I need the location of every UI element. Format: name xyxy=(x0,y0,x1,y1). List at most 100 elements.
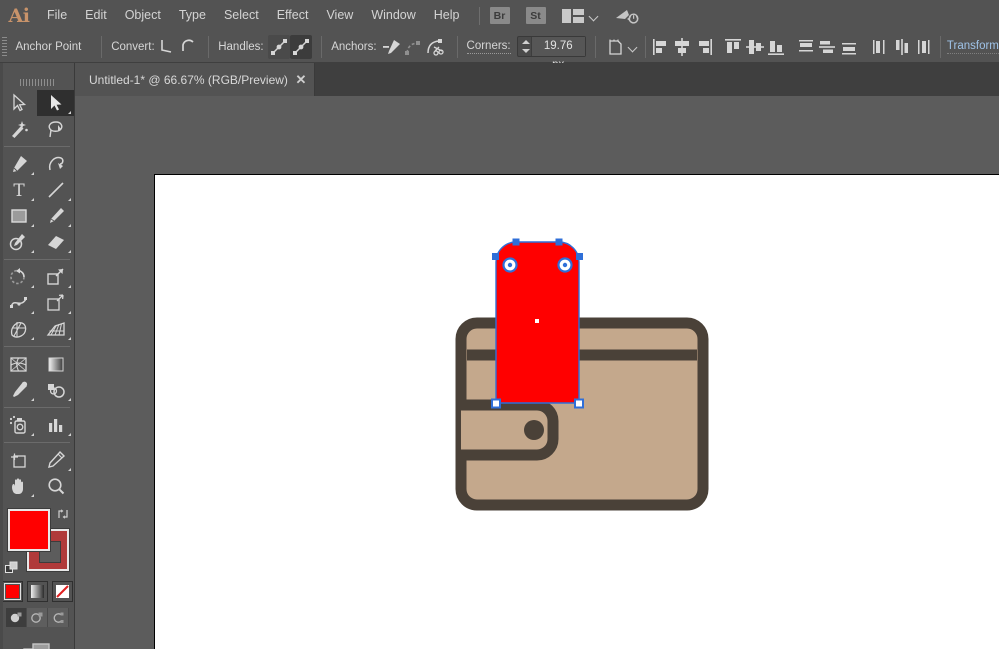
stepper-up-down-icon[interactable] xyxy=(518,37,531,56)
align-bottom-icon[interactable] xyxy=(766,35,788,59)
distribute-right-icon[interactable] xyxy=(913,35,935,59)
shape-options-chevron-icon[interactable] xyxy=(627,40,637,54)
menu-help[interactable]: Help xyxy=(425,0,469,31)
distribute-bottom-icon[interactable] xyxy=(838,35,860,59)
menu-view[interactable]: View xyxy=(317,0,362,31)
none-swatch-icon[interactable] xyxy=(52,581,73,602)
transform-link[interactable]: Transform xyxy=(947,40,999,54)
document-tab-bar: ◂◂ Untitled-1* @ 66.67% (RGB/Preview) ✕ xyxy=(0,63,999,96)
tool-magic-wand[interactable] xyxy=(0,116,37,142)
control-divider-3 xyxy=(321,36,322,58)
tool-paintbrush[interactable] xyxy=(37,203,74,229)
tool-symbol-sprayer[interactable] xyxy=(0,412,37,438)
fill-mode-buttons xyxy=(0,581,74,602)
chevron-down-icon[interactable] xyxy=(588,9,600,23)
handles-retract-icon[interactable] xyxy=(290,35,312,59)
tool-selection[interactable] xyxy=(0,90,37,116)
tool-gradient[interactable] xyxy=(37,351,74,377)
tool-lasso[interactable] xyxy=(37,116,74,142)
corner-radius-value[interactable]: 19.76 px xyxy=(531,37,585,56)
default-fill-stroke-icon[interactable] xyxy=(5,561,19,575)
tool-hand[interactable] xyxy=(0,473,37,499)
fill-swatch[interactable] xyxy=(8,509,50,551)
tool-width-warp[interactable] xyxy=(0,290,37,316)
draw-normal-icon[interactable] xyxy=(6,608,27,627)
draw-behind-icon[interactable] xyxy=(27,608,48,627)
draw-mode-buttons xyxy=(0,608,74,627)
tool-pen[interactable] xyxy=(0,151,37,177)
tools-panel-gripper-icon[interactable] xyxy=(0,75,74,90)
align-left-icon[interactable] xyxy=(650,35,672,59)
gradient-swatch-icon[interactable] xyxy=(27,581,48,602)
tools-group-symbols xyxy=(0,412,74,438)
tool-zoom-magnifier[interactable] xyxy=(37,473,74,499)
align-top-icon[interactable] xyxy=(723,35,745,59)
menu-object[interactable]: Object xyxy=(116,0,170,31)
screen-mode-icon[interactable] xyxy=(22,641,52,649)
distribute-v-center-icon[interactable] xyxy=(817,35,839,59)
menu-file[interactable]: File xyxy=(38,0,76,31)
tool-rotate[interactable] xyxy=(0,264,37,290)
wallet-clasp-button xyxy=(524,420,544,440)
align-h-center-icon[interactable] xyxy=(672,35,694,59)
draw-inside-icon[interactable] xyxy=(48,608,69,627)
bridge-button[interactable]: Br xyxy=(490,7,510,24)
menu-edit[interactable]: Edit xyxy=(76,0,116,31)
tool-free-transform[interactable] xyxy=(37,290,74,316)
tool-eraser[interactable] xyxy=(37,229,74,255)
shape-options-icon[interactable] xyxy=(605,35,627,59)
tool-perspective-grid[interactable] xyxy=(37,316,74,342)
solid-color-icon[interactable] xyxy=(2,581,23,602)
tool-flyout-indicator xyxy=(31,311,34,314)
smooth-anchor-icon[interactable] xyxy=(177,35,199,59)
tool-line-segment[interactable] xyxy=(37,177,74,203)
tool-shape-builder[interactable] xyxy=(0,316,37,342)
control-bar: Anchor Point Convert: Handles: xyxy=(0,31,999,63)
control-divider-6 xyxy=(645,36,646,58)
menu-type[interactable]: Type xyxy=(170,0,215,31)
tool-eyedropper[interactable] xyxy=(0,377,37,403)
menu-effect[interactable]: Effect xyxy=(268,0,318,31)
corner-anchor-icon[interactable] xyxy=(155,35,177,59)
tool-type[interactable]: T xyxy=(0,177,37,203)
stock-button[interactable]: St xyxy=(526,7,546,24)
tool-blend[interactable] xyxy=(37,377,74,403)
tool-artboard[interactable] xyxy=(0,447,37,473)
tool-mesh[interactable] xyxy=(0,351,37,377)
swap-fill-stroke-icon[interactable] xyxy=(56,507,70,521)
tool-flyout-indicator xyxy=(31,433,34,436)
control-context-label: Anchor Point xyxy=(15,41,81,53)
canvas-workspace[interactable] xyxy=(75,96,999,649)
corner-radius-field[interactable]: 19.76 px xyxy=(517,36,586,57)
connect-anchors-icon[interactable] xyxy=(403,35,425,59)
tool-slice-knife[interactable] xyxy=(37,447,74,473)
screen-mode-control xyxy=(0,641,74,649)
menu-select[interactable]: Select xyxy=(215,0,268,31)
document-tab[interactable]: Untitled-1* @ 66.67% (RGB/Preview) ✕ xyxy=(75,63,315,96)
arrange-documents-icon[interactable] xyxy=(562,9,584,23)
creative-cloud-sync-icon[interactable] xyxy=(614,6,640,26)
tool-shaper[interactable] xyxy=(0,229,37,255)
pen-minus-icon[interactable] xyxy=(381,35,403,59)
corners-label[interactable]: Corners: xyxy=(467,40,511,54)
tool-column-graph[interactable] xyxy=(37,412,74,438)
align-right-icon[interactable] xyxy=(693,35,715,59)
distribute-h-center-icon[interactable] xyxy=(891,35,913,59)
tool-rectangle[interactable] xyxy=(0,203,37,229)
tool-scale[interactable] xyxy=(37,264,74,290)
handles-extend-icon[interactable] xyxy=(268,35,290,59)
panel-gripper-icon[interactable] xyxy=(0,31,9,63)
tool-flyout-indicator xyxy=(31,224,34,227)
scissors-path-icon[interactable] xyxy=(425,35,447,59)
wallet-with-card-illustration[interactable] xyxy=(155,175,999,649)
menu-window[interactable]: Window xyxy=(362,0,424,31)
align-v-center-icon[interactable] xyxy=(744,35,766,59)
anchor-top-left-upper xyxy=(513,239,520,246)
close-icon[interactable]: ✕ xyxy=(288,63,314,96)
tool-flyout-indicator xyxy=(68,398,71,401)
artboard[interactable] xyxy=(154,174,999,649)
distribute-left-icon[interactable] xyxy=(870,35,892,59)
distribute-top-icon[interactable] xyxy=(795,35,817,59)
tool-direct-selection[interactable] xyxy=(37,90,74,116)
tool-curvature[interactable] xyxy=(37,151,74,177)
